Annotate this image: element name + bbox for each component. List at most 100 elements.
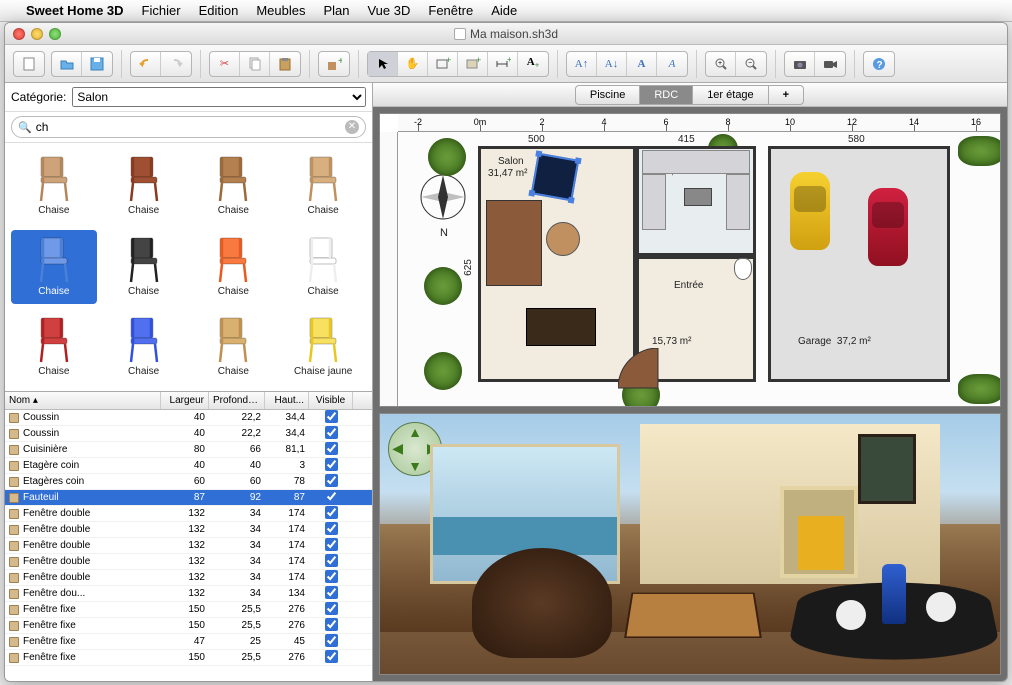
menu-vue3d[interactable]: Vue 3D [367,3,410,18]
wall-tool[interactable]: + [428,52,458,76]
sofa[interactable] [486,200,542,286]
undo-button[interactable] [131,52,161,76]
col-depth[interactable]: Profonde... [209,392,265,409]
table-row[interactable]: Etagères coin 606078 [5,474,372,490]
visible-checkbox[interactable] [325,442,338,455]
catalog-item[interactable]: Chaise [11,310,97,385]
clear-search-button[interactable]: ✕ [345,120,359,134]
copy-button[interactable] [240,52,270,76]
cut-button[interactable]: ✂ [210,52,240,76]
save-button[interactable] [82,52,112,76]
car-red[interactable] [868,188,908,266]
bold-button[interactable]: A [627,52,657,76]
catalog-item[interactable]: Chaise [191,230,277,305]
menu-aide[interactable]: Aide [491,3,517,18]
counter[interactable] [642,174,666,230]
visible-checkbox[interactable] [325,570,338,583]
catalog-item[interactable]: Chaise jaune [280,310,366,385]
search-field[interactable]: 🔍 ✕ [11,116,366,138]
video-button[interactable] [815,52,845,76]
catalog-item[interactable]: Chaise [101,149,187,224]
visible-checkbox[interactable] [325,554,338,567]
table-row[interactable]: Fenêtre double 13234174 [5,554,372,570]
table-row[interactable]: Etagère coin 40403 [5,458,372,474]
catalog-item[interactable]: Chaise [280,149,366,224]
italic-button[interactable]: A [657,52,687,76]
plant-icon[interactable] [424,267,462,305]
visible-checkbox[interactable] [325,474,338,487]
tab-rdc[interactable]: RDC [639,85,693,105]
text-tool[interactable]: A+ [518,52,548,76]
table-row[interactable]: Fenêtre double 13234174 [5,570,372,586]
visible-checkbox[interactable] [325,490,338,503]
table-row[interactable]: Fenêtre fixe 15025,5276 [5,602,372,618]
visible-checkbox[interactable] [325,538,338,551]
col-height[interactable]: Haut... [265,392,309,409]
open-button[interactable] [52,52,82,76]
new-button[interactable] [14,52,44,76]
visible-checkbox[interactable] [325,602,338,615]
nav-left-icon[interactable]: ◀ [392,440,403,457]
table-row[interactable]: Coussin 4022,234,4 [5,410,372,426]
nav-down-icon[interactable]: ▼ [408,458,422,474]
tab-etage1[interactable]: 1er étage [692,85,768,105]
counter[interactable] [642,150,750,174]
photo-button[interactable] [785,52,815,76]
armchair[interactable] [546,222,580,256]
visible-checkbox[interactable] [325,410,338,423]
selected-furniture[interactable] [531,153,580,202]
visible-checkbox[interactable] [325,522,338,535]
zoom-out-button[interactable]: − [736,52,766,76]
paste-button[interactable] [270,52,300,76]
table-row[interactable]: Fenêtre double 13234174 [5,506,372,522]
table-row[interactable]: Fenêtre fixe 15025,5276 [5,650,372,666]
counter[interactable] [726,174,750,230]
tab-piscine[interactable]: Piscine [575,85,640,105]
category-select[interactable]: Salon [72,87,366,107]
catalog-item[interactable]: Chaise [11,230,97,305]
table-row[interactable]: Fenêtre double 13234174 [5,538,372,554]
catalog-item[interactable]: Chaise [280,230,366,305]
menu-edition[interactable]: Edition [199,3,239,18]
app-name[interactable]: Sweet Home 3D [26,3,124,18]
visible-checkbox[interactable] [325,458,338,471]
titlebar[interactable]: Ma maison.sh3d [5,23,1007,45]
pan-tool[interactable]: ✋ [398,52,428,76]
menu-meubles[interactable]: Meubles [256,3,305,18]
menu-fichier[interactable]: Fichier [142,3,181,18]
plant-icon[interactable] [424,352,462,390]
table-row[interactable]: Fenêtre fixe 472545 [5,634,372,650]
help-button[interactable]: ? [864,52,894,76]
table-row[interactable]: Fauteuil 879287 [5,490,372,506]
table-row[interactable]: Fenêtre dou... 13234134 [5,586,372,602]
furniture-catalog[interactable]: Chaise Chaise Chaise Chaise [5,143,372,391]
table-row[interactable]: Coussin 4022,234,4 [5,426,372,442]
search-input[interactable] [32,120,345,134]
nav-up-icon[interactable]: ▲ [408,424,422,440]
plant-icon[interactable] [428,138,466,176]
compass-icon[interactable] [418,172,468,222]
col-width[interactable]: Largeur [161,392,209,409]
plan-canvas[interactable]: N 500 415 580 625 625 [398,132,1000,406]
3d-view[interactable]: ▲ ◀▶ ▼ [379,413,1001,675]
menu-fenetre[interactable]: Fenêtre [428,3,473,18]
door-icon[interactable] [618,348,678,392]
table-row[interactable]: Fenêtre fixe 15025,5276 [5,618,372,634]
dimension-tool[interactable]: + [488,52,518,76]
zoom-in-button[interactable]: + [706,52,736,76]
table-row[interactable]: Cuisinière 806681,1 [5,442,372,458]
add-furniture-button[interactable]: + [319,52,349,76]
text-bigger-button[interactable]: A↑ [567,52,597,76]
catalog-item[interactable]: Chaise [11,149,97,224]
visible-checkbox[interactable] [325,618,338,631]
toilet[interactable] [734,258,752,280]
plant-icon[interactable] [958,136,1001,166]
visible-checkbox[interactable] [325,650,338,663]
visible-checkbox[interactable] [325,586,338,599]
tab-add[interactable]: + [768,85,804,105]
redo-button[interactable] [161,52,191,76]
visible-checkbox[interactable] [325,506,338,519]
plan-view[interactable]: -20m246810121416 N 500 415 580 625 625 [379,113,1001,407]
table-row[interactable]: Fenêtre double 13234174 [5,522,372,538]
catalog-item[interactable]: Chaise [191,310,277,385]
